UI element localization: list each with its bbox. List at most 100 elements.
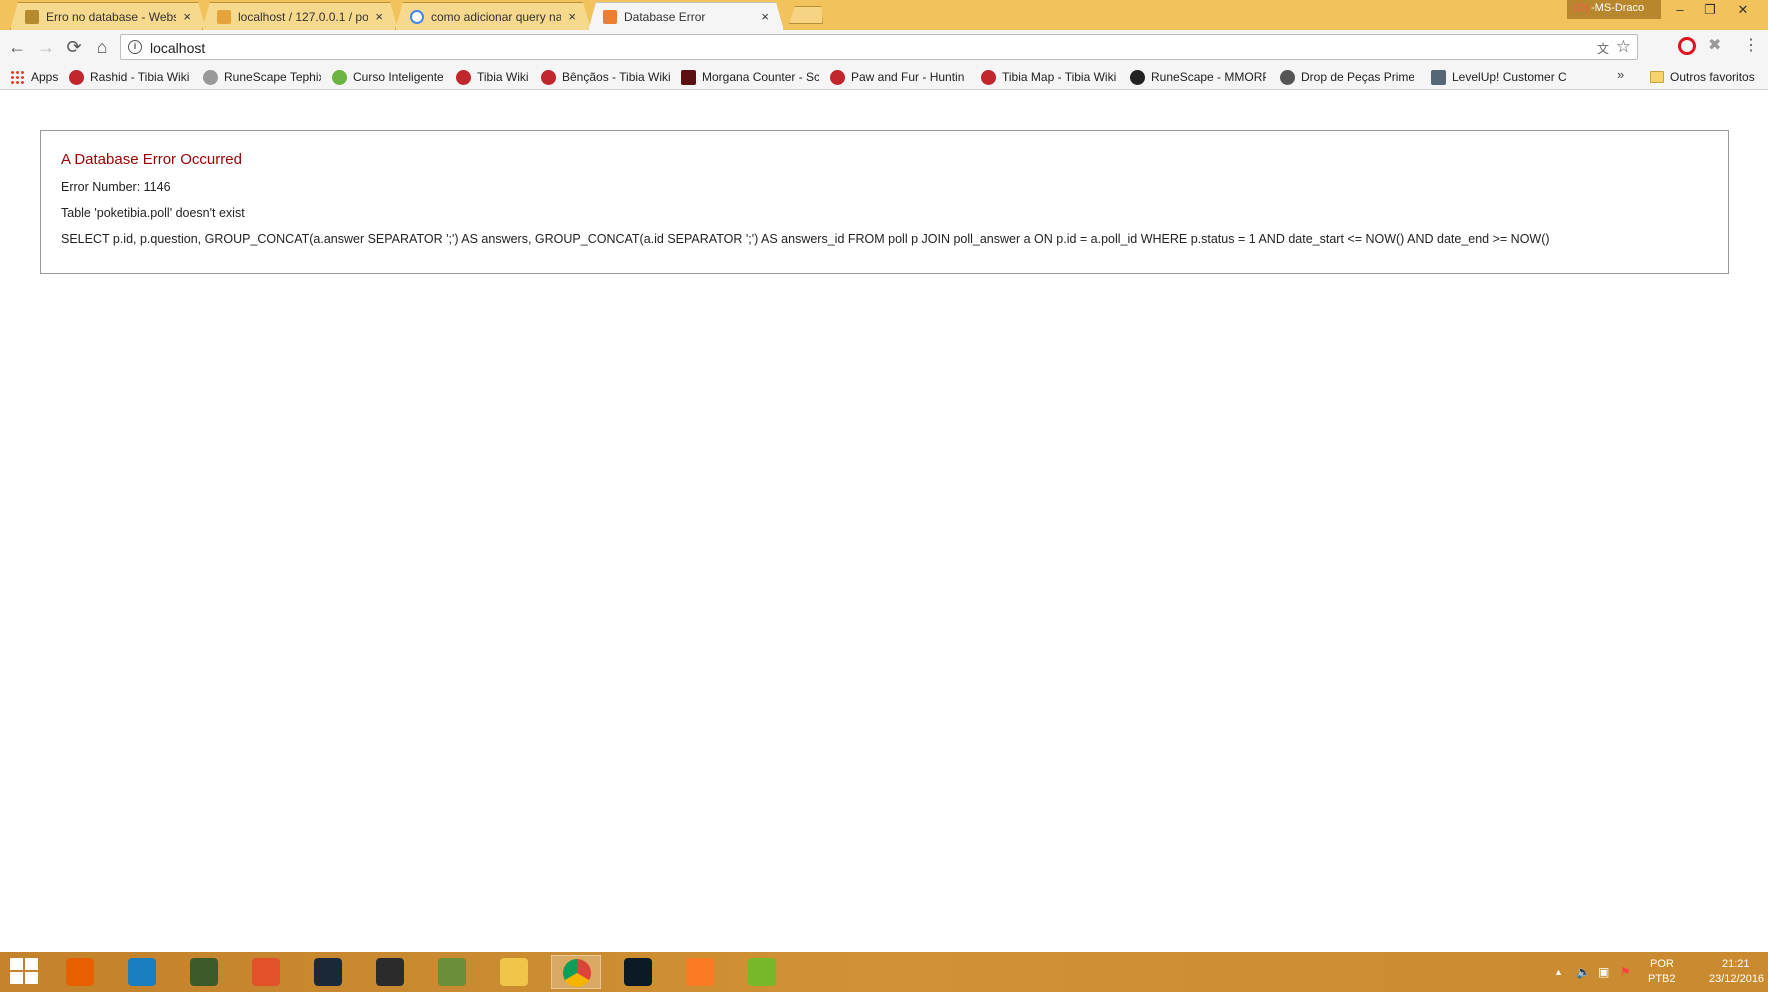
action-center-flag-icon[interactable]: ⚑	[1620, 965, 1631, 979]
levelup-icon	[1431, 70, 1446, 85]
browser-toolbar: ← → ⟳ ⌂ i localhost 文 ☆ ✖ ⋮	[0, 30, 1768, 63]
other-bookmarks-folder[interactable]: Outros favoritos	[1650, 67, 1755, 87]
profile-name: -MS-Draco	[1591, 2, 1645, 14]
tibia-icon	[981, 70, 996, 85]
bookmark-paw-and-fur[interactable]: Paw and Fur - Huntin	[830, 67, 970, 87]
league-icon	[624, 958, 652, 986]
steam-icon	[314, 958, 342, 986]
tab-erro-no-database[interactable]: Erro no database - Webs ×	[10, 2, 206, 30]
tab-close-icon[interactable]: ×	[761, 9, 769, 24]
bookmarks-overflow-button[interactable]: »	[1617, 67, 1624, 82]
volume-icon[interactable]: 🔈	[1576, 965, 1591, 979]
restore-button[interactable]: ❐	[1695, 0, 1725, 19]
tibia-icon	[830, 70, 845, 85]
minecraft-icon	[438, 958, 466, 986]
bookmark-label: Rashid - Tibia Wiki	[90, 70, 190, 84]
bookmark-runescape-tephix[interactable]: RuneScape Tephix	[203, 67, 321, 87]
url-text[interactable]: localhost	[150, 40, 205, 56]
tab-close-icon[interactable]: ×	[375, 9, 383, 24]
tab-database-error[interactable]: Database Error ×	[588, 2, 784, 31]
morgana-icon	[681, 70, 696, 85]
bookmark-curso-inteligente[interactable]: Curso Inteligente	[332, 67, 447, 87]
error-title: A Database Error Occurred	[61, 151, 242, 168]
new-tab-button[interactable]	[789, 6, 823, 24]
tab-close-icon[interactable]: ×	[183, 9, 191, 24]
bookmark-drop-de-pecas[interactable]: Drop de Peças Prime	[1280, 67, 1414, 87]
tibia-icon	[69, 70, 84, 85]
minimize-button[interactable]: –	[1665, 0, 1695, 19]
taskbar-app-button[interactable]	[303, 955, 353, 989]
language-indicator[interactable]: POR	[1650, 958, 1674, 970]
start-button[interactable]	[10, 958, 40, 986]
clock-date[interactable]: 23/12/2016	[1709, 973, 1764, 985]
taskbar-app-button[interactable]	[613, 955, 663, 989]
tab-favicon-icon	[217, 10, 231, 24]
forward-button[interactable]: →	[34, 35, 58, 59]
taskbar-app-button[interactable]	[117, 955, 167, 989]
taskbar-app-button[interactable]	[427, 955, 477, 989]
bookmark-label: Paw and Fur - Huntin	[851, 70, 965, 84]
profile-badge[interactable]: (O) -MS-Draco	[1567, 0, 1661, 19]
address-bar[interactable]: i localhost 文 ☆	[120, 34, 1638, 60]
bookmark-levelup[interactable]: LevelUp! Customer Ca	[1431, 67, 1567, 87]
site-info-icon[interactable]: i	[128, 40, 142, 54]
tab-google-search[interactable]: como adicionar query na ×	[395, 2, 591, 30]
tab-label: como adicionar query na	[431, 10, 561, 24]
firefox-icon	[66, 958, 94, 986]
network-icon[interactable]: ▣	[1598, 965, 1609, 979]
tibia-game-icon	[190, 958, 218, 986]
bookmark-label: Tibia Map - Tibia Wiki	[1002, 70, 1117, 84]
bookmark-label: Curso Inteligente	[353, 70, 444, 84]
taskbar-app-button[interactable]	[179, 955, 229, 989]
bookmark-rashid[interactable]: Rashid - Tibia Wiki	[69, 67, 194, 87]
puzzle-icon	[332, 70, 347, 85]
bookmark-tibia-wiki[interactable]: Tibia Wiki	[456, 67, 536, 87]
tab-close-icon[interactable]: ×	[568, 9, 576, 24]
home-button[interactable]: ⌂	[90, 35, 114, 59]
translate-icon[interactable]: 文	[1597, 40, 1609, 57]
system-tray: ▲ 🔈 ▣ ⚑ POR PTB2 21:21 23/12/2016	[1548, 952, 1768, 992]
pin-icon	[252, 958, 280, 986]
taskbar-app-button[interactable]	[55, 955, 105, 989]
tab-favicon-icon	[25, 10, 39, 24]
taskbar-app-button[interactable]	[551, 955, 601, 989]
extension-icon[interactable]: ✖	[1708, 35, 1721, 55]
gear-icon	[1280, 70, 1295, 85]
utorrent-icon	[748, 958, 776, 986]
error-container: A Database Error Occurred Error Number: …	[40, 130, 1729, 274]
xampp-icon	[686, 958, 714, 986]
taskbar-app-button[interactable]	[365, 955, 415, 989]
bookmark-label: Bênçãos - Tibia Wiki	[562, 70, 671, 84]
back-button[interactable]: ←	[5, 35, 29, 59]
bookmark-runescape-mmorpg[interactable]: RuneScape - MMORP	[1130, 67, 1266, 87]
bookmark-label: RuneScape Tephix	[224, 70, 321, 84]
bookmark-tibia-map[interactable]: Tibia Map - Tibia Wiki	[981, 67, 1121, 87]
bookmark-label: RuneScape - MMORP	[1151, 70, 1266, 84]
google-icon	[410, 10, 424, 24]
error-message: Table 'poketibia.poll' doesn't exist	[61, 206, 245, 220]
bookmark-star-icon[interactable]: ☆	[1616, 37, 1631, 57]
bookmark-apps[interactable]: Apps	[10, 67, 62, 87]
taskbar-app-button[interactable]	[241, 955, 291, 989]
show-hidden-icons-icon[interactable]: ▲	[1554, 967, 1563, 977]
tab-strip: Erro no database - Webs × localhost / 12…	[0, 0, 1768, 30]
taskbar-app-button[interactable]	[737, 955, 787, 989]
taskbar-app-button[interactable]	[675, 955, 725, 989]
opera-profile-icon: (O)	[1573, 2, 1589, 14]
close-window-button[interactable]: ✕	[1728, 0, 1758, 19]
bookmark-label: Drop de Peças Prime	[1301, 70, 1414, 84]
opera-extension-icon[interactable]	[1678, 37, 1696, 55]
bookmark-morgana-counter[interactable]: Morgana Counter - Sc	[681, 67, 819, 87]
reload-button[interactable]: ⟳	[62, 35, 86, 59]
tab-label: localhost / 127.0.0.1 / po	[238, 10, 368, 24]
sword-icon	[203, 70, 218, 85]
nox-icon	[376, 958, 404, 986]
taskbar-app-button[interactable]	[489, 955, 539, 989]
bookmark-label: LevelUp! Customer Ca	[1452, 70, 1567, 84]
bookmarks-bar: Apps Rashid - Tibia Wiki RuneScape Tephi…	[0, 63, 1768, 90]
chrome-menu-icon[interactable]: ⋮	[1743, 35, 1759, 55]
bookmark-bencaos[interactable]: Bênçãos - Tibia Wiki	[541, 67, 674, 87]
keyboard-layout[interactable]: PTB2	[1648, 973, 1676, 985]
tab-phpmyadmin[interactable]: localhost / 127.0.0.1 / po ×	[202, 2, 398, 30]
clock-time[interactable]: 21:21	[1722, 958, 1750, 970]
